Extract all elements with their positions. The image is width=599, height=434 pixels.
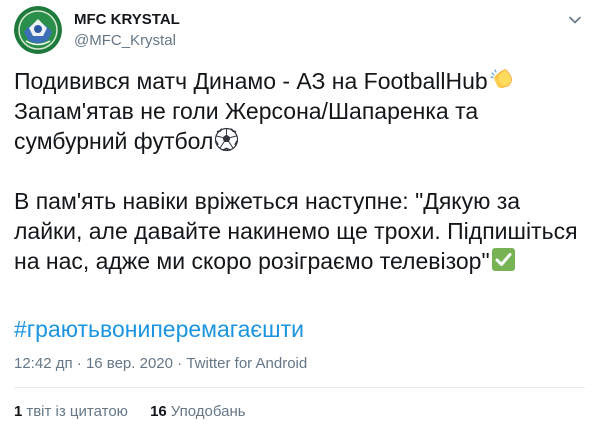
clapping-hands-emoji-icon <box>489 67 514 92</box>
likes-label: Уподобань <box>170 403 246 420</box>
quote-tweets-count: 1 <box>14 403 23 420</box>
tweet-line: Запам'ятав не голи Жерсона/Шапаренка та <box>14 98 479 124</box>
club-logo-icon <box>14 6 62 54</box>
hashtag-link[interactable]: #граютьвониперемагаєшти <box>14 314 304 344</box>
tweet-meta: 12:42 дп · 16 вер. 2020 · Twitter for An… <box>14 354 307 374</box>
tweet-time[interactable]: 12:42 дп <box>14 355 73 372</box>
meta-separator: · <box>72 355 86 372</box>
tweet-card: MFC KRYSTAL @MFC_Krystal Подивився матч … <box>0 0 599 434</box>
tweet-line: лайки, але давайте накинемо ще трохи. Пі… <box>14 218 578 244</box>
likes-count: 16 <box>150 403 167 420</box>
quote-tweets-stat[interactable]: 1 твіт із цитатою <box>14 402 128 422</box>
more-options-chevron-down-icon[interactable] <box>565 10 585 30</box>
tweet-line: Подивився матч Динамо - АЗ на FootballHu… <box>14 68 488 94</box>
quote-tweets-label: твіт із цитатою <box>26 403 128 420</box>
tweet-stats: 1 твіт із цитатою 16 Уподобань <box>14 402 264 422</box>
author-avatar[interactable] <box>14 6 62 54</box>
meta-separator: · <box>172 355 187 372</box>
likes-stat[interactable]: 16 Уподобань <box>150 402 245 422</box>
tweet-line: на нас, адже ми скоро розіграємо телевіз… <box>14 248 490 274</box>
tweet-date[interactable]: 16 вер. 2020 <box>86 355 173 372</box>
check-mark-emoji-icon <box>491 247 516 272</box>
tweet-paragraph-1: Подивився матч Динамо - АЗ на FootballHu… <box>14 66 586 156</box>
author-name[interactable]: MFC KRYSTAL <box>74 10 180 30</box>
author-block[interactable]: MFC KRYSTAL @MFC_Krystal <box>74 10 180 51</box>
tweet-line: сумбурний футбол <box>14 128 214 154</box>
soccer-ball-emoji-icon <box>214 127 239 152</box>
tweet-source[interactable]: Twitter for Android <box>186 355 307 372</box>
divider <box>14 387 585 388</box>
author-handle[interactable]: @MFC_Krystal <box>74 31 180 51</box>
tweet-line: В пам'ять навіки вріжеться наступне: "Дя… <box>14 188 521 214</box>
tweet-paragraph-2: В пам'ять навіки вріжеться наступне: "Дя… <box>14 186 586 276</box>
tweet-text: Подивився матч Динамо - АЗ на FootballHu… <box>14 66 586 276</box>
